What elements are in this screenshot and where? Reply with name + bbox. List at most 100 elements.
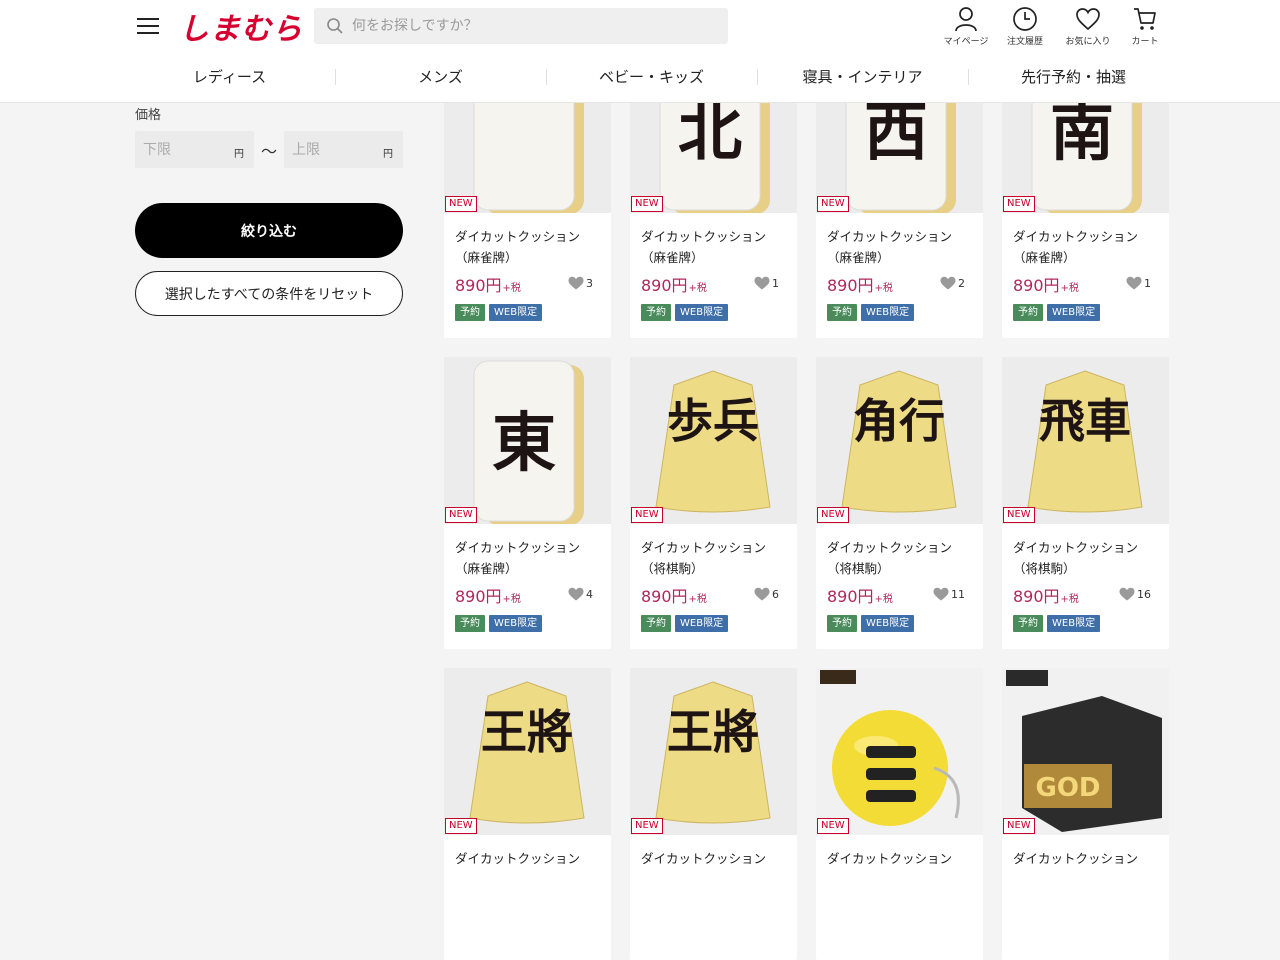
cart-icon [1134,8,1156,30]
heart-icon [1126,276,1142,290]
product-name[interactable]: ダイカットクッション （麻雀牌） [455,537,605,579]
search-bar[interactable] [314,8,728,44]
product-name-line1: ダイカットクッション [1013,229,1139,244]
price-value: 890円 [1013,587,1060,606]
piece-glyph: 歩兵 [667,394,759,448]
cart-label: カート [1131,37,1159,47]
favorite-button[interactable]: 1 [754,276,779,290]
product-name-line2: （将棋駒） [827,561,890,576]
price-value: 890円 [827,276,874,295]
favorite-button[interactable]: 11 [933,587,965,601]
price-tax-note: +税 [1060,283,1079,294]
category-nav: レディース メンズ ベビー・キッズ 寝具・インテリア 先行予約・抽選 [124,58,1179,96]
apply-filter-button[interactable]: 絞り込む [135,203,403,258]
piece-glyph: 飛車 [1039,394,1131,448]
mypage-link[interactable]: マイページ [938,6,994,47]
price-value: 890円 [455,587,502,606]
web-only-tag: WEB限定 [861,304,915,321]
favorite-button[interactable]: 4 [568,587,593,601]
piece-glyph-text: 角行 [853,394,945,448]
product-name-line1: ダイカットクッション [1013,540,1139,555]
range-separator: 〜 [261,142,278,161]
product-image[interactable]: 飛車 [1002,357,1169,524]
product-name[interactable]: ダイカットクッション （将棋駒） [1013,537,1163,579]
product-card[interactable]: 東 NEW ダイカットクッション （麻雀牌） 890円+税 4 予約 WEB限定 [444,357,611,649]
new-badge: NEW [631,196,663,212]
product-name[interactable]: ダイカットクッション （麻雀牌） [641,226,791,268]
favorite-count: 1 [1144,276,1151,290]
hamburger-menu-icon[interactable] [135,15,161,37]
cart-link[interactable]: カート [1117,6,1173,47]
price-max-input[interactable] [292,131,372,168]
heart-icon [1076,8,1100,31]
new-badge: NEW [1003,507,1035,523]
category-mens[interactable]: メンズ [335,58,546,96]
favorite-button[interactable]: 16 [1119,587,1151,601]
product-name[interactable]: ダイカットクッション （将棋駒） [641,537,791,579]
product-name-line2: （麻雀牌） [455,250,518,265]
product-image[interactable]: 角行 [816,357,983,524]
piece-glyph: 王將 [481,705,573,759]
favorites-link[interactable]: お気に入り [1060,6,1116,47]
product-name-line2: （将棋駒） [641,561,704,576]
product-image[interactable]: 歩兵 [630,357,797,524]
reserve-tag: 予約 [455,615,485,632]
product-image[interactable]: 王將 [444,668,611,835]
product-price: 890円+税 [455,583,521,607]
category-bedding-interior[interactable]: 寝具・インテリア [757,58,968,96]
product-name-line2: （将棋駒） [1013,561,1076,576]
order-history-link[interactable]: 注文履歴 [997,6,1053,47]
product-card[interactable]: 歩兵 NEW ダイカットクッション （将棋駒） 890円+税 6 予約 WEB限定 [630,357,797,649]
product-image[interactable]: 王將 [630,668,797,835]
heart-icon [933,587,949,601]
product-card[interactable]: 角行 NEW ダイカットクッション （将棋駒） 890円+税 11 予約 WEB限定 [816,357,983,649]
product-card[interactable]: 王將 NEW ダイカットクッション [630,668,797,960]
category-ladies[interactable]: レディース [124,58,335,96]
heart-icon [1119,587,1135,601]
favorites-label: お気に入り [1065,37,1111,47]
product-name-line2: （麻雀牌） [1013,250,1076,265]
shimamura-logo[interactable]: しまむら [179,4,303,48]
price-value: 890円 [827,587,874,606]
favorite-button[interactable]: 2 [940,276,965,290]
product-name[interactable]: ダイカットクッション [455,848,605,869]
heart-icon [754,587,770,601]
product-name[interactable]: ダイカットクッション （麻雀牌） [455,226,605,268]
new-badge: NEW [445,507,477,523]
product-card[interactable]: 王將 NEW ダイカットクッション [444,668,611,960]
price-tax-note: +税 [1060,594,1079,605]
search-icon [327,18,343,34]
clock-icon [1013,7,1037,31]
new-badge: NEW [445,818,477,834]
category-baby-kids[interactable]: ベビー・キッズ [546,58,757,96]
product-card[interactable]: 飛車 NEW ダイカットクッション （将棋駒） 890円+税 16 予約 WEB限定 [1002,357,1169,649]
category-preorder-lottery[interactable]: 先行予約・抽選 [968,58,1179,96]
price-min-field[interactable]: 円 [135,131,254,168]
price-max-field[interactable]: 円 [284,131,403,168]
search-input[interactable] [352,8,722,44]
product-name[interactable]: ダイカットクッション [827,848,977,869]
favorite-button[interactable]: 6 [754,587,779,601]
product-name[interactable]: ダイカットクッション （麻雀牌） [1013,226,1163,268]
web-only-tag: WEB限定 [489,304,543,321]
product-card[interactable]: NEW ダイカットクッション [816,668,983,960]
price-tax-note: +税 [874,594,893,605]
product-image[interactable]: GOD [1002,668,1169,835]
web-only-tag: WEB限定 [489,615,543,632]
price-min-input[interactable] [143,131,223,168]
product-name[interactable]: ダイカットクッション （麻雀牌） [827,226,977,268]
price-value: 890円 [641,276,688,295]
favorite-button[interactable]: 1 [1126,276,1151,290]
new-badge: NEW [631,507,663,523]
product-card[interactable]: GOD NEW ダイカットクッション [1002,668,1169,960]
product-name-line1: ダイカットクッション [827,851,953,866]
product-name[interactable]: ダイカットクッション （将棋駒） [827,537,977,579]
reserve-tag: 予約 [641,304,671,321]
new-badge: NEW [445,196,477,212]
product-name[interactable]: ダイカットクッション [1013,848,1163,869]
product-image[interactable] [816,668,983,835]
reset-filter-button[interactable]: 選択したすべての条件をリセット [135,271,403,316]
product-image[interactable]: 東 [444,357,611,524]
favorite-button[interactable]: 3 [568,276,593,290]
product-name[interactable]: ダイカットクッション [641,848,791,869]
